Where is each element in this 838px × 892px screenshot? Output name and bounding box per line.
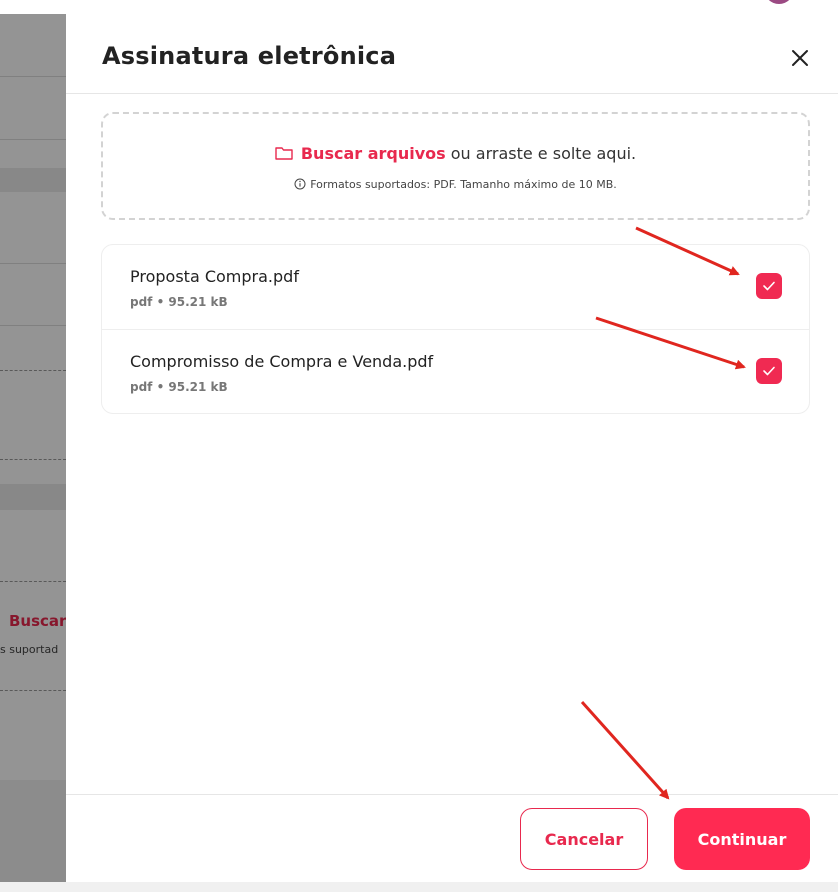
modal-title: Assinatura eletrônica	[102, 42, 397, 70]
cancel-button[interactable]: Cancelar	[520, 808, 648, 870]
file-name: Compromisso de Compra e Venda.pdf	[130, 352, 434, 371]
list-item[interactable]: Compromisso de Compra e Venda.pdf pdf • …	[102, 329, 809, 413]
file-meta: pdf • 95.21 kB	[130, 295, 228, 309]
modal-backdrop[interactable]	[0, 14, 66, 882]
file-select-checkbox[interactable]	[756, 358, 782, 384]
file-select-checkbox[interactable]	[756, 273, 782, 299]
file-name: Proposta Compra.pdf	[130, 267, 299, 286]
avatar[interactable]	[764, 0, 794, 4]
browse-files-link[interactable]: Buscar arquivos	[275, 144, 446, 163]
modal-header: Assinatura eletrônica	[66, 14, 838, 94]
supported-formats: Formatos suportados: PDF. Tamanho máximo…	[103, 178, 808, 191]
browse-files-label: Buscar arquivos	[300, 144, 446, 163]
supported-formats-text: Formatos suportados: PDF. Tamanho máximo…	[310, 178, 617, 191]
continue-button[interactable]: Continuar	[674, 808, 810, 870]
bg-bottom-strip	[0, 882, 838, 892]
file-list: Proposta Compra.pdf pdf • 95.21 kB Compr…	[101, 244, 810, 414]
file-dropzone[interactable]: Buscar arquivos ou arraste e solte aqui.…	[101, 112, 810, 220]
check-icon	[763, 366, 775, 376]
close-button[interactable]	[788, 46, 812, 70]
dropzone-prompt: Buscar arquivos ou arraste e solte aqui.	[103, 144, 808, 163]
list-item[interactable]: Proposta Compra.pdf pdf • 95.21 kB	[102, 245, 809, 329]
drag-drop-label: ou arraste e solte aqui.	[445, 144, 637, 163]
folder-icon	[275, 147, 293, 160]
file-meta: pdf • 95.21 kB	[130, 380, 228, 394]
modal-footer: Cancelar Continuar	[66, 794, 838, 882]
close-icon	[792, 50, 808, 66]
electronic-signature-modal: Assinatura eletrônica Buscar arquivos ou…	[66, 14, 838, 882]
info-icon	[294, 178, 306, 190]
check-icon	[763, 281, 775, 291]
